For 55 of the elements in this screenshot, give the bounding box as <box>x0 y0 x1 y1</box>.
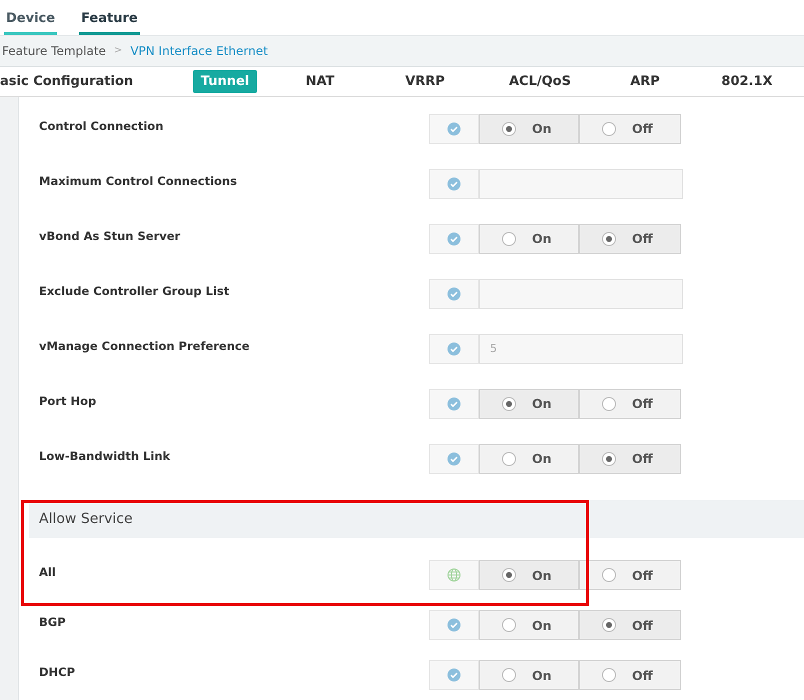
field-label: Exclude Controller Group List <box>39 284 230 298</box>
verified-badge-icon <box>447 668 461 682</box>
field-label: All <box>39 565 57 579</box>
section-tab[interactable]: 802.1X <box>713 70 781 94</box>
radio-option[interactable]: Off <box>579 388 681 418</box>
input-field[interactable] <box>479 168 683 198</box>
field-label: DHCP <box>39 665 76 679</box>
scope-selector[interactable] <box>429 560 479 590</box>
scope-selector[interactable] <box>429 334 479 364</box>
radio-option[interactable]: Off <box>579 114 681 144</box>
radio-option[interactable]: On <box>479 444 579 474</box>
section-tab[interactable]: NAT <box>298 70 342 94</box>
verified-badge-icon <box>447 232 461 246</box>
field-label: Port Hop <box>39 394 98 408</box>
scope-selector[interactable] <box>429 278 479 308</box>
verified-badge-icon <box>447 452 461 466</box>
field-label: Control Connection <box>39 118 164 132</box>
field-label: Maximum Control Connections <box>39 174 238 188</box>
field-label: vManage Connection Preference <box>39 338 251 352</box>
scope-selector[interactable] <box>429 224 479 254</box>
radio-option[interactable]: Off <box>579 444 681 474</box>
section-header: Allow Service <box>29 500 804 538</box>
radio-option[interactable]: Off <box>579 660 681 690</box>
section-tab[interactable]: ACL/QoS <box>501 70 579 94</box>
field-label: vBond As Stun Server <box>39 228 182 242</box>
radio-option[interactable]: On <box>479 114 579 144</box>
radio-option[interactable]: On <box>479 560 579 590</box>
radio-option[interactable]: Off <box>579 560 681 590</box>
radio-option[interactable]: On <box>479 610 579 640</box>
verified-badge-icon <box>447 286 461 300</box>
field-label: Low-Bandwidth Link <box>39 448 172 462</box>
scope-selector[interactable] <box>429 168 479 198</box>
section-tab[interactable]: VRRP <box>397 70 453 94</box>
verified-badge-icon <box>447 618 461 632</box>
scope-selector[interactable] <box>429 388 479 418</box>
verified-badge-icon <box>447 342 461 356</box>
radio-option[interactable]: On <box>479 660 579 690</box>
scope-selector[interactable] <box>429 660 479 690</box>
radio-option[interactable]: On <box>479 224 579 254</box>
radio-option[interactable]: Off <box>579 610 681 640</box>
input-field[interactable] <box>479 278 683 308</box>
breadcrumb-separator: > <box>114 45 122 56</box>
radio-option[interactable]: On <box>479 388 579 418</box>
breadcrumb-item[interactable]: Feature Template <box>2 44 106 58</box>
section-tab[interactable]: ARP <box>622 70 668 94</box>
verified-badge-icon <box>447 122 461 136</box>
scope-selector[interactable] <box>429 610 479 640</box>
field-label: BGP <box>39 615 67 629</box>
radio-option[interactable]: Off <box>579 224 681 254</box>
scope-selector[interactable] <box>429 444 479 474</box>
verified-badge-icon <box>447 176 461 190</box>
globe-icon <box>447 568 461 582</box>
verified-badge-icon <box>447 396 461 410</box>
section-tab[interactable]: asic Configuration <box>0 70 142 94</box>
scope-selector[interactable] <box>429 114 479 144</box>
